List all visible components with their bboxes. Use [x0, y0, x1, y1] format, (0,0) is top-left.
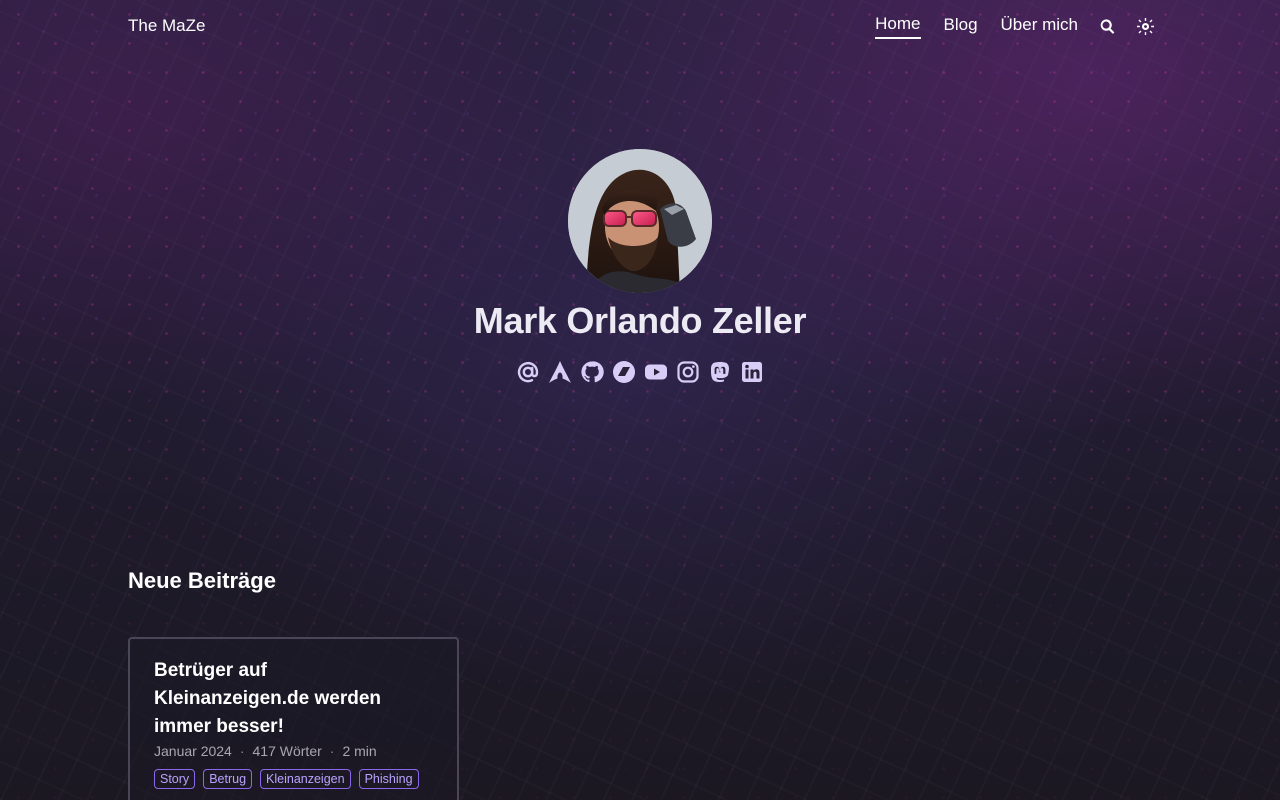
mastodon-icon[interactable] — [708, 360, 732, 384]
post-meta: Januar 2024 · 417 Wörter · 2 min — [154, 743, 433, 759]
site-title-link[interactable]: The MaZe — [128, 16, 205, 36]
post-title[interactable]: Betrüger auf Kleinanzeigen.de werden imm… — [154, 657, 414, 741]
post-reading-time: 2 min — [342, 743, 377, 759]
nav-blog-link[interactable]: Blog — [944, 15, 978, 38]
site-header: The MaZe Home Blog Über mich — [0, 0, 1280, 54]
search-icon[interactable] — [1098, 18, 1116, 36]
meta-separator: · — [239, 743, 245, 759]
nav-about-link[interactable]: Über mich — [1001, 15, 1078, 38]
nav-home-link[interactable]: Home — [875, 14, 921, 39]
social-links — [0, 360, 1280, 384]
bluesky-icon[interactable] — [612, 360, 636, 384]
linkedin-icon[interactable] — [740, 360, 764, 384]
post-card[interactable]: Betrüger auf Kleinanzeigen.de werden imm… — [128, 637, 459, 800]
youtube-icon[interactable] — [644, 360, 668, 384]
tag-kleinanzeigen[interactable]: Kleinanzeigen — [260, 769, 351, 789]
post-word-count: 417 Wörter — [252, 743, 322, 759]
github-icon[interactable] — [580, 360, 604, 384]
theme-toggle-icon[interactable] — [1136, 18, 1154, 36]
tag-phishing[interactable]: Phishing — [358, 769, 419, 789]
meta-separator: · — [329, 743, 335, 759]
arch-linux-icon[interactable] — [548, 360, 572, 384]
main-nav: Home Blog Über mich — [852, 14, 1154, 39]
section-title: Neue Beiträge — [128, 568, 276, 593]
post-date: Januar 2024 — [154, 743, 232, 759]
instagram-icon[interactable] — [676, 360, 700, 384]
email-icon[interactable] — [516, 360, 540, 384]
post-tags: Story Betrug Kleinanzeigen Phishing — [154, 769, 433, 789]
profile-avatar — [568, 149, 712, 293]
tag-betrug[interactable]: Betrug — [203, 769, 253, 789]
profile-name: Mark Orlando Zeller — [473, 300, 807, 341]
tag-story[interactable]: Story — [154, 769, 196, 789]
